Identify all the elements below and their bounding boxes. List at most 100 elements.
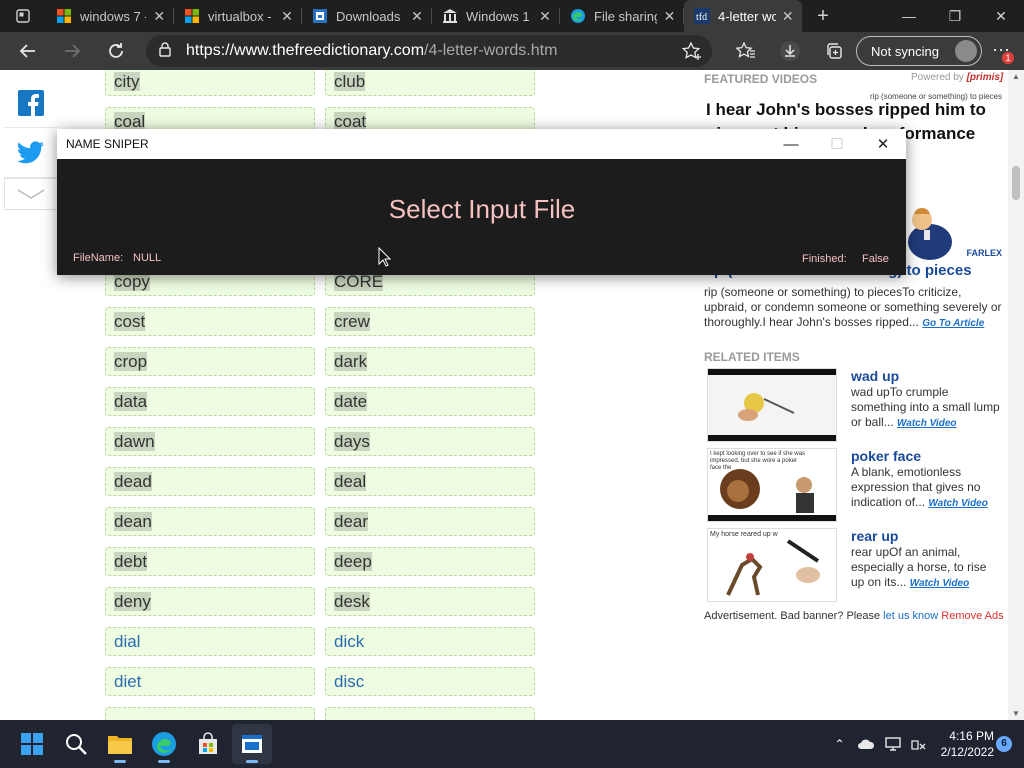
tab-close-icon[interactable]: ✕ (782, 8, 794, 25)
file-explorer-button[interactable] (100, 724, 140, 764)
watch-video-link[interactable]: Watch Video (897, 418, 956, 429)
search-button[interactable] (56, 724, 96, 764)
word-item[interactable]: date (325, 387, 535, 416)
word-item[interactable]: dick (325, 627, 535, 656)
word-item[interactable]: deny (105, 587, 315, 616)
tab-actions-button[interactable] (0, 0, 46, 32)
profile-sync-button[interactable]: Not syncing (856, 36, 982, 66)
related-title[interactable]: poker face (851, 448, 921, 464)
back-button[interactable] (6, 32, 50, 70)
edge-button[interactable] (144, 724, 184, 764)
chevron-up-icon[interactable]: ⌃ (835, 737, 845, 751)
select-input-file-button[interactable]: Select Input File (307, 189, 657, 229)
word-text: dial (114, 632, 141, 651)
dialog-window-controls: — ☐ ✕ (768, 129, 906, 159)
add-favorite-icon[interactable] (681, 41, 702, 65)
collections-button[interactable] (812, 32, 856, 70)
page-scrollbar[interactable]: ▲ ▼ (1008, 70, 1024, 720)
related-thumbnail[interactable]: I kept looking over to see if she was im… (707, 448, 837, 522)
word-item[interactable]: dead (105, 467, 315, 496)
name-sniper-taskbar-button[interactable] (232, 724, 272, 764)
powered-brand: [primis] (966, 72, 1004, 83)
go-to-article-link[interactable]: Go To Article (922, 318, 984, 329)
dialog-maximize-button[interactable]: ☐ (814, 129, 860, 159)
related-title[interactable]: wad up (851, 368, 899, 384)
favorites-button[interactable] (724, 32, 768, 70)
dialog-close-button[interactable]: ✕ (860, 129, 906, 159)
address-bar[interactable]: https://www.thefreedictionary.com/4-lett… (146, 35, 712, 67)
word-item[interactable]: diet (105, 667, 315, 696)
word-item[interactable]: dear (325, 507, 535, 536)
store-button[interactable] (188, 724, 228, 764)
forward-arrow-icon (65, 44, 81, 58)
word-item[interactable]: crop (105, 347, 315, 376)
related-thumbnail[interactable]: My horse reared up w (707, 528, 837, 602)
tab-windows-1[interactable]: Windows 1 ✕ (432, 0, 560, 32)
word-item[interactable]: dawn (105, 427, 315, 456)
notification-count-badge[interactable]: 6 (996, 736, 1012, 752)
remove-ads-link[interactable]: Remove Ads (941, 610, 1003, 622)
thumbnail-caption: My horse reared up w (710, 531, 778, 538)
network-icon[interactable] (910, 737, 927, 751)
settings-more-button[interactable]: ⋯ 1 (986, 36, 1016, 66)
word-item[interactable]: dark (325, 347, 535, 376)
scrollbar-thumb[interactable] (1012, 166, 1020, 200)
tab-close-icon[interactable]: ✕ (663, 8, 676, 25)
downloads-button[interactable] (768, 32, 812, 70)
word-item-partial[interactable] (325, 707, 535, 720)
word-item[interactable]: cost (105, 307, 315, 336)
restore-button[interactable]: ❐ (932, 0, 978, 32)
dialog-titlebar[interactable]: NAME SNIPER — ☐ ✕ (57, 129, 906, 159)
word-item[interactable]: club (325, 70, 535, 96)
facebook-share-button[interactable] (4, 78, 58, 128)
word-item[interactable]: dean (105, 507, 315, 536)
tab-close-icon[interactable]: ✕ (410, 8, 424, 25)
word-text: diet (114, 672, 142, 691)
forward-button[interactable] (50, 32, 94, 70)
tab-downloads[interactable]: Downloads ✕ (302, 0, 432, 32)
minimize-button[interactable]: — (886, 0, 932, 32)
word-item[interactable]: disc (325, 667, 535, 696)
tab-4-letter-words[interactable]: tfd 4-letter wor ✕ (684, 0, 802, 32)
scroll-down-arrow-icon[interactable]: ▼ (1008, 709, 1024, 718)
scroll-up-arrow-icon[interactable]: ▲ (1008, 72, 1024, 81)
word-item[interactable]: city (105, 70, 315, 96)
refresh-button[interactable] (94, 32, 138, 70)
word-text: deny (114, 592, 151, 611)
refresh-icon (109, 43, 123, 58)
tab-close-icon[interactable]: ✕ (152, 8, 166, 25)
related-item-poker-face[interactable]: I kept looking over to see if she was im… (707, 448, 1004, 522)
display-icon[interactable] (884, 737, 901, 751)
related-thumbnail[interactable] (707, 368, 837, 442)
word-item[interactable]: debt (105, 547, 315, 576)
onedrive-cloud-icon[interactable] (857, 738, 875, 750)
windows-taskbar: ⌃ 4:16 PM 2/12/2022 6 (0, 720, 1024, 768)
tab-file-sharing[interactable]: File sharing ✕ (560, 0, 684, 32)
word-item[interactable]: dial (105, 627, 315, 656)
watch-video-link[interactable]: Watch Video (910, 578, 969, 589)
word-item[interactable]: data (105, 387, 315, 416)
watch-video-link[interactable]: Watch Video (928, 498, 987, 509)
tab-close-icon[interactable]: ✕ (538, 8, 552, 25)
tab-windows-7[interactable]: windows 7 - ✕ (46, 0, 174, 32)
word-item[interactable]: deal (325, 467, 535, 496)
related-item-rear-up[interactable]: My horse reared up w rear up rear upOf a… (707, 528, 1004, 602)
start-button[interactable] (12, 724, 52, 764)
more-share-button[interactable] (4, 178, 58, 210)
close-window-button[interactable]: ✕ (978, 0, 1024, 32)
twitter-share-button[interactable] (4, 128, 58, 178)
dialog-minimize-button[interactable]: — (768, 129, 814, 159)
tab-virtualbox[interactable]: virtualbox - ✕ (174, 0, 302, 32)
clock[interactable]: 4:16 PM 2/12/2022 (941, 728, 994, 760)
word-item[interactable]: days (325, 427, 535, 456)
word-item[interactable]: crew (325, 307, 535, 336)
related-title[interactable]: rear up (851, 528, 898, 544)
word-item-partial[interactable] (105, 707, 315, 720)
word-item[interactable]: desk (325, 587, 535, 616)
word-item[interactable]: deep (325, 547, 535, 576)
tab-close-icon[interactable]: ✕ (280, 8, 294, 25)
related-item-wad-up[interactable]: wad up wad upTo crumple something into a… (707, 368, 1004, 442)
new-tab-button[interactable]: + (808, 5, 838, 28)
let-us-know-link[interactable]: let us know (883, 610, 938, 622)
edge-icon (152, 732, 176, 756)
